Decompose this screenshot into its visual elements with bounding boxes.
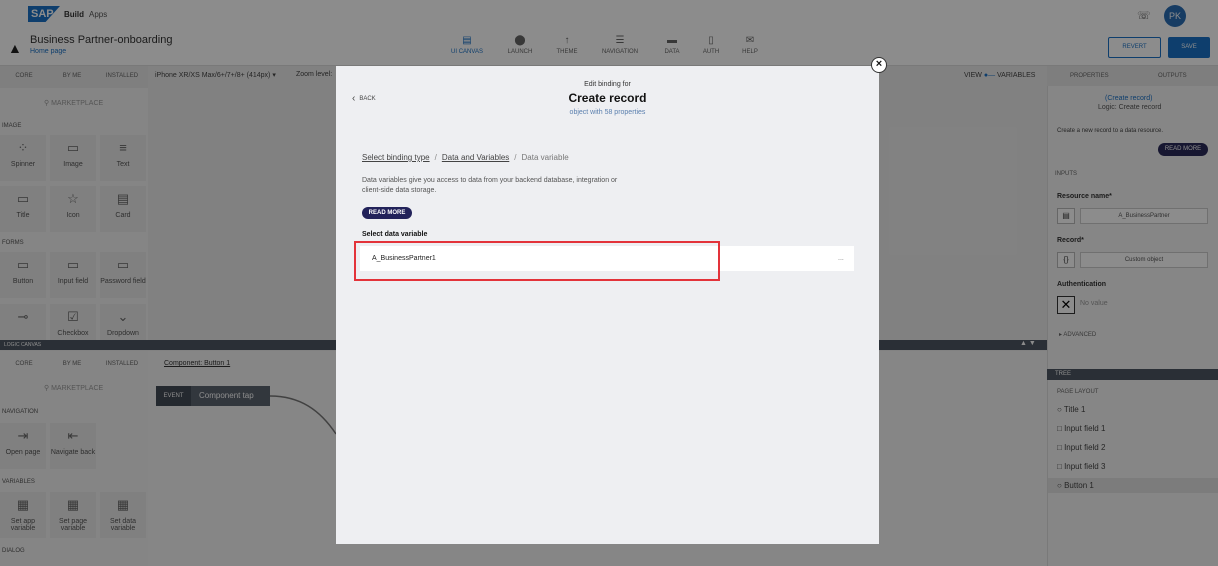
select-variable-label: Select data variable	[362, 231, 428, 238]
close-icon[interactable]: ×	[871, 57, 887, 73]
dialog-description: Data variables give you access to data f…	[362, 177, 618, 194]
breadcrumb: Select binding type / Data and Variables / D…	[362, 153, 569, 162]
binding-dialog	[336, 66, 879, 544]
crumb-binding-type[interactable]: Select binding type	[362, 153, 430, 162]
crumb-data-variables[interactable]: Data and Variables	[442, 153, 509, 162]
dialog-title: Create record	[568, 91, 647, 105]
dialog-read-more-button[interactable]: READ MORE	[362, 207, 412, 219]
highlight-box	[354, 241, 720, 281]
more-options-icon[interactable]: ...	[838, 255, 844, 262]
dialog-pretitle: Edit binding for	[584, 81, 631, 88]
crumb-data-variable: Data variable	[521, 153, 569, 162]
dialog-subtitle: object with 58 properties	[569, 109, 646, 116]
